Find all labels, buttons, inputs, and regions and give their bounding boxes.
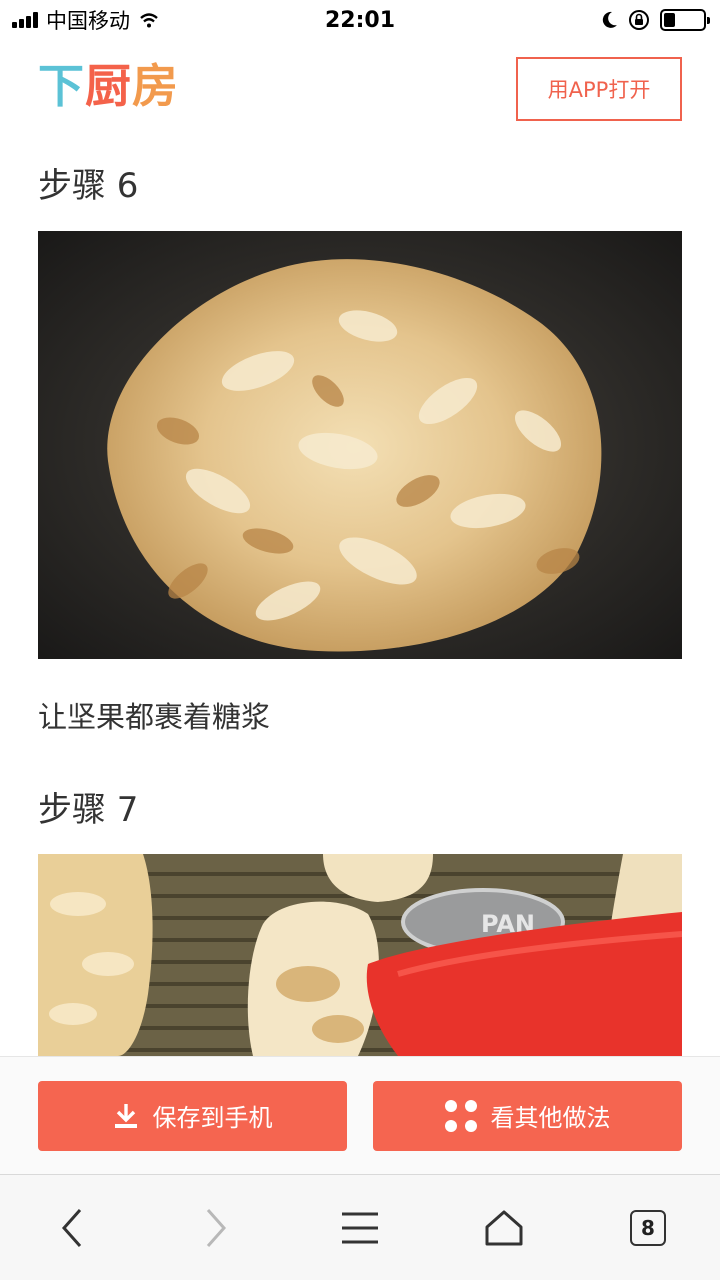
home-button[interactable] xyxy=(464,1188,544,1268)
site-header: 下厨房 用APP打开 xyxy=(0,40,720,136)
step-6-description: 让坚果都裹着糖浆 xyxy=(38,700,271,734)
other-methods-button[interactable]: 看其他做法 xyxy=(373,1080,682,1151)
site-logo[interactable]: 下厨房 xyxy=(38,58,179,114)
chevron-left-icon xyxy=(61,1208,82,1247)
carrier-name: 中国移动 xyxy=(46,9,130,33)
tabs-button[interactable]: 8 xyxy=(608,1188,688,1268)
step-7-photo[interactable]: PAN xyxy=(38,854,682,1056)
recipe-page: 中国移动 22:01 下厨房 用APP打开 步骤 6 让坚果都裹着糖浆 步骤 7… xyxy=(0,0,720,1280)
other-methods-label: 看其他做法 xyxy=(490,1104,611,1132)
forward-button[interactable] xyxy=(176,1188,256,1268)
hamburger-icon xyxy=(342,1212,378,1243)
status-left: 中国移动 xyxy=(12,5,160,35)
home-icon xyxy=(485,1210,523,1245)
wifi-icon xyxy=(140,13,158,28)
save-to-phone-button[interactable]: 保存到手机 xyxy=(38,1080,347,1151)
step-6-title: 步骤 6 xyxy=(38,166,139,206)
tab-count-badge: 8 xyxy=(630,1209,666,1246)
step-7-title: 步骤 7 xyxy=(38,790,139,830)
save-to-phone-label: 保存到手机 xyxy=(152,1104,273,1132)
grid-dots-icon xyxy=(444,1099,477,1132)
rotation-lock-icon xyxy=(629,10,649,30)
status-bar: 中国移动 22:01 xyxy=(0,0,720,40)
menu-button[interactable] xyxy=(320,1188,400,1268)
moon-icon xyxy=(602,11,617,28)
logo-char-3: 房 xyxy=(132,59,179,113)
open-in-app-button[interactable]: 用APP打开 xyxy=(516,57,682,121)
download-icon xyxy=(114,1103,137,1128)
recipe-steps: 步骤 6 让坚果都裹着糖浆 步骤 7 PAN xyxy=(0,136,720,1056)
logo-char-2: 厨 xyxy=(85,59,132,113)
back-button[interactable] xyxy=(32,1188,112,1268)
status-right xyxy=(600,9,710,31)
signal-icon xyxy=(12,12,38,28)
step-6-photo[interactable] xyxy=(38,231,682,659)
chevron-right-icon xyxy=(206,1208,227,1247)
browser-toolbar: 8 xyxy=(0,1174,720,1280)
battery-icon xyxy=(660,9,710,31)
logo-char-1: 下 xyxy=(38,59,85,113)
action-bar: 保存到手机 看其他做法 xyxy=(0,1056,720,1174)
